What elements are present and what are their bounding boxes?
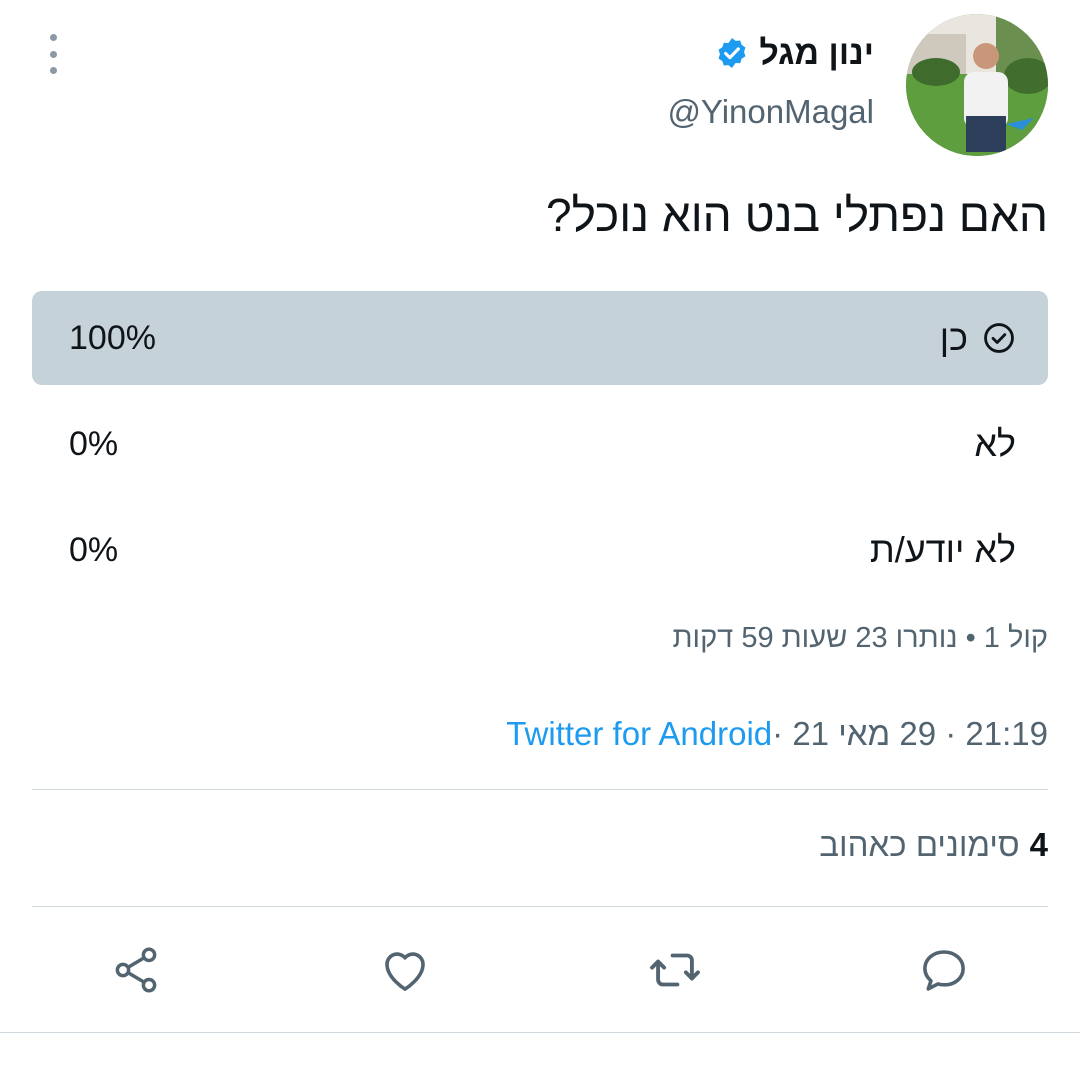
author-handle[interactable]: @YinonMagal [667, 93, 874, 131]
likes-label: סימונים כאהוב [819, 826, 1020, 863]
author-name-row[interactable]: ינון מגל [715, 28, 874, 78]
poll-option-2: לא 0% [32, 397, 1048, 491]
more-options-icon[interactable] [40, 34, 66, 74]
poll-result-bar [32, 291, 1048, 385]
retweet-icon[interactable] [645, 940, 705, 1000]
divider [32, 789, 1048, 790]
avatar[interactable] [906, 14, 1048, 156]
poll-option-percent: 0% [69, 530, 119, 569]
poll-option-label-row: כן [940, 291, 1016, 385]
poll-option-label-row: לא [974, 397, 1016, 491]
tweet-text: האם נפתלי בנט הוא נוכל? [546, 189, 1048, 241]
author-name[interactable]: ינון מגל [759, 34, 874, 73]
reply-icon[interactable] [914, 940, 974, 1000]
divider [0, 1032, 1080, 1033]
check-circle-icon [982, 321, 1016, 355]
poll-summary: קול 1 • נותרו 23 שעות 59 דקות [672, 622, 1049, 654]
poll-option-label-row: לא יודע/ת [870, 503, 1016, 597]
likes-count: 4 [1029, 826, 1048, 863]
like-icon[interactable] [375, 940, 435, 1000]
tweet-timestamp[interactable]: 21:19 · 29 מאי 21 · [772, 715, 1048, 753]
poll-option-label: לא [974, 423, 1016, 464]
tweet-meta: 21:19 · 29 מאי 21 · Twitter for Android [506, 715, 1048, 753]
divider [32, 906, 1048, 907]
verified-badge-icon [715, 36, 749, 70]
share-icon[interactable] [106, 940, 166, 1000]
poll-option-percent: 100% [69, 318, 156, 357]
avatar-image [906, 14, 1048, 156]
likes-stat[interactable]: 4 סימונים כאהוב [819, 826, 1048, 864]
poll-option-label: כן [939, 317, 968, 358]
poll-option-1: כן 100% [32, 291, 1048, 385]
poll-option-3: לא יודע/ת 0% [32, 503, 1048, 597]
poll-option-percent: 0% [69, 424, 119, 463]
poll-option-label: לא יודע/ת [869, 529, 1016, 570]
tweet-source-link[interactable]: Twitter for Android [506, 715, 772, 753]
